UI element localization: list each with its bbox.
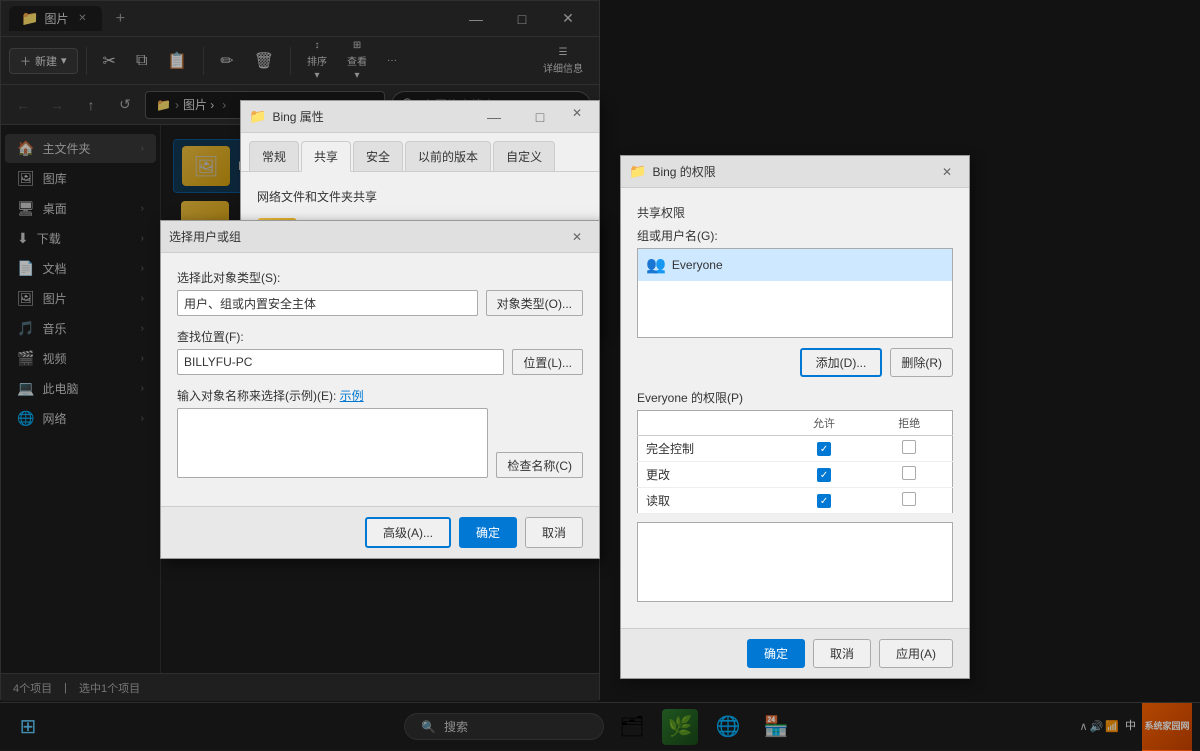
tab-security[interactable]: 安全 bbox=[353, 141, 403, 171]
checkbox-allow-full[interactable]: ✓ bbox=[817, 442, 831, 456]
shared-perms-label: 共享权限 bbox=[637, 204, 953, 221]
select-user-titlebar: 选择用户或组 ✕ bbox=[161, 221, 599, 253]
advanced-btn[interactable]: 高级(A)... bbox=[365, 517, 451, 548]
bing-props-title-text: Bing 属性 bbox=[272, 108, 465, 125]
everyone-user-icon: 👥 bbox=[646, 255, 666, 275]
perms-col-allow: 允许 bbox=[782, 411, 867, 436]
select-user-ok-btn[interactable]: 确定 bbox=[459, 517, 517, 548]
everyone-label: Everyone bbox=[672, 258, 723, 272]
perms-list-item-everyone[interactable]: 👥 Everyone bbox=[638, 249, 952, 281]
perm-allow-full[interactable]: ✓ bbox=[782, 436, 867, 462]
checkbox-deny-modify[interactable] bbox=[902, 466, 916, 480]
input-label-text: 输入对象名称来选择(示例)(E): bbox=[177, 389, 336, 403]
bing-perms-cancel-btn[interactable]: 取消 bbox=[813, 639, 871, 668]
form-object-type-row: 选择此对象类型(S): 用户、组或内置安全主体 对象类型(O)... bbox=[177, 269, 583, 316]
perms-for-label: Everyone 的权限(P) bbox=[637, 389, 953, 406]
perm-name-read: 读取 bbox=[638, 488, 782, 514]
bing-perms-apply-btn[interactable]: 应用(A) bbox=[879, 639, 953, 668]
form-location-row: 查找位置(F): BILLYFU-PC 位置(L)... bbox=[177, 328, 583, 375]
perm-name-modify: 更改 bbox=[638, 462, 782, 488]
bing-perms-close-btn[interactable]: ✕ bbox=[933, 158, 961, 186]
remove-user-btn[interactable]: 删除(R) bbox=[890, 348, 953, 377]
object-type-label: 选择此对象类型(S): bbox=[177, 269, 583, 286]
perm-allow-read[interactable]: ✓ bbox=[782, 488, 867, 514]
perms-user-list: 👥 Everyone bbox=[637, 248, 953, 338]
bing-props-close-btn[interactable]: ✕ bbox=[563, 99, 591, 127]
perms-col-deny: 拒绝 bbox=[866, 411, 952, 436]
tab-custom[interactable]: 自定义 bbox=[493, 141, 555, 171]
bing-perms-content: 共享权限 组或用户名(G): 👥 Everyone 添加(D)... 删除(R)… bbox=[621, 188, 969, 628]
add-user-btn[interactable]: 添加(D)... bbox=[800, 348, 883, 377]
perms-table: 允许 拒绝 完全控制 ✓ 更改 ✓ 读取 ✓ bbox=[637, 410, 953, 514]
bing-perms-title-icon: 📁 bbox=[629, 163, 646, 180]
bing-props-title-icon: 📁 bbox=[249, 108, 266, 125]
bing-props-maximize-btn[interactable]: □ bbox=[517, 99, 563, 135]
location-input-row: BILLYFU-PC 位置(L)... bbox=[177, 349, 583, 375]
select-user-footer: 高级(A)... 确定 取消 bbox=[161, 506, 599, 558]
perm-deny-read[interactable] bbox=[866, 488, 952, 514]
object-type-value: 用户、组或内置安全主体 bbox=[184, 295, 316, 312]
input-name-input-row: 检查名称(C) bbox=[177, 408, 583, 478]
tab-previous-versions[interactable]: 以前的版本 bbox=[405, 141, 491, 171]
table-row: 读取 ✓ bbox=[638, 488, 953, 514]
bing-props-controls: — □ ✕ bbox=[471, 99, 591, 135]
bing-perms-footer: 确定 取消 应用(A) bbox=[621, 628, 969, 678]
perms-col-name bbox=[638, 411, 782, 436]
perm-name-full: 完全控制 bbox=[638, 436, 782, 462]
perm-allow-modify[interactable]: ✓ bbox=[782, 462, 867, 488]
perms-action-row: 添加(D)... 删除(R) bbox=[637, 348, 953, 377]
bing-perms-title-text: Bing 的权限 bbox=[652, 163, 927, 180]
table-row: 更改 ✓ bbox=[638, 462, 953, 488]
select-user-cancel-btn[interactable]: 取消 bbox=[525, 517, 583, 548]
bing-perms-ok-btn[interactable]: 确定 bbox=[747, 639, 805, 668]
location-input: BILLYFU-PC bbox=[177, 349, 504, 375]
location-label: 查找位置(F): bbox=[177, 328, 583, 345]
select-user-content: 选择此对象类型(S): 用户、组或内置安全主体 对象类型(O)... 查找位置(… bbox=[161, 253, 599, 506]
tab-share[interactable]: 共享 bbox=[301, 141, 351, 172]
input-name-label: 输入对象名称来选择(示例)(E): 示例 bbox=[177, 387, 583, 404]
checkbox-allow-read[interactable]: ✓ bbox=[817, 494, 831, 508]
checkbox-deny-full[interactable] bbox=[902, 440, 916, 454]
group-label: 组或用户名(G): bbox=[637, 227, 953, 244]
perm-deny-full[interactable] bbox=[866, 436, 952, 462]
bing-props-minimize-btn[interactable]: — bbox=[471, 99, 517, 135]
checkbox-allow-modify[interactable]: ✓ bbox=[817, 468, 831, 482]
bing-props-tabs: 常规 共享 安全 以前的版本 自定义 bbox=[241, 133, 599, 172]
form-input-name-row: 输入对象名称来选择(示例)(E): 示例 检查名称(C) bbox=[177, 387, 583, 478]
select-user-dialog: 选择用户或组 ✕ 选择此对象类型(S): 用户、组或内置安全主体 对象类型(O)… bbox=[160, 220, 600, 559]
name-input-field[interactable] bbox=[177, 408, 488, 478]
perms-empty-area bbox=[637, 522, 953, 602]
location-btn[interactable]: 位置(L)... bbox=[512, 349, 583, 375]
bing-perms-titlebar: 📁 Bing 的权限 ✕ bbox=[621, 156, 969, 188]
bing-props-titlebar: 📁 Bing 属性 — □ ✕ bbox=[241, 101, 599, 133]
bing-perms-dialog: 📁 Bing 的权限 ✕ 共享权限 组或用户名(G): 👥 Everyone 添… bbox=[620, 155, 970, 679]
select-user-close-btn[interactable]: ✕ bbox=[563, 223, 591, 251]
table-row: 完全控制 ✓ bbox=[638, 436, 953, 462]
location-value: BILLYFU-PC bbox=[184, 355, 252, 369]
object-type-btn[interactable]: 对象类型(O)... bbox=[486, 290, 583, 316]
check-names-btn[interactable]: 检查名称(C) bbox=[496, 452, 583, 478]
bing-props-section-title: 网络文件和文件夹共享 bbox=[257, 188, 583, 205]
example-link[interactable]: 示例 bbox=[340, 389, 364, 403]
object-type-input-row: 用户、组或内置安全主体 对象类型(O)... bbox=[177, 290, 583, 316]
perm-deny-modify[interactable] bbox=[866, 462, 952, 488]
object-type-input: 用户、组或内置安全主体 bbox=[177, 290, 478, 316]
select-user-title-text: 选择用户或组 bbox=[169, 228, 557, 245]
checkbox-deny-read[interactable] bbox=[902, 492, 916, 506]
tab-general[interactable]: 常规 bbox=[249, 141, 299, 171]
